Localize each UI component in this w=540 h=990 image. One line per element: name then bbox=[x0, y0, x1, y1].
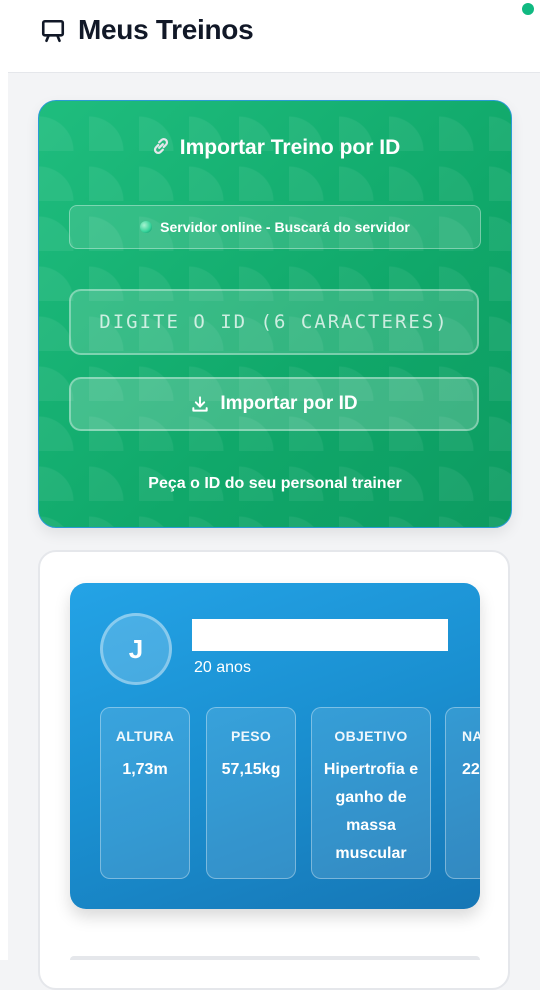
import-by-id-button[interactable]: Importar por ID bbox=[69, 377, 479, 431]
stat-weight: PESO 57,15kg bbox=[206, 707, 296, 879]
profile-name-redacted bbox=[192, 619, 448, 651]
stat-label: OBJETIVO bbox=[334, 728, 408, 744]
import-card: Importar Treino por ID Servidor online -… bbox=[38, 100, 512, 528]
stat-label: NA bbox=[462, 728, 480, 744]
stat-goal: OBJETIVO Hipertrofia e ganho de massa mu… bbox=[311, 707, 431, 879]
import-title: Importar Treino por ID bbox=[39, 135, 511, 160]
import-hint: Peça o ID do seu personal trainer bbox=[148, 475, 402, 492]
stat-value: 1,73m bbox=[122, 761, 168, 778]
server-status-text: Servidor online - Buscará do servidor bbox=[160, 219, 410, 235]
chat-icon bbox=[41, 19, 65, 43]
left-strip bbox=[0, 0, 8, 960]
stat-label: PESO bbox=[230, 728, 272, 744]
profile-age: 20 anos bbox=[194, 659, 251, 676]
id-input[interactable] bbox=[69, 289, 479, 355]
stat-value: 22 bbox=[462, 761, 480, 778]
page-title: Meus Treinos bbox=[78, 14, 254, 45]
avatar: J bbox=[100, 613, 172, 685]
import-button-label: Importar por ID bbox=[220, 393, 358, 414]
connection-status-dot bbox=[522, 3, 534, 15]
stat-label: ALTURA bbox=[115, 728, 175, 744]
stat-value: 57,15kg bbox=[221, 761, 281, 778]
import-title-text: Importar Treino por ID bbox=[179, 136, 401, 159]
server-online-icon bbox=[140, 221, 153, 233]
next-card-edge bbox=[70, 956, 480, 960]
download-icon bbox=[192, 396, 209, 412]
link-icon bbox=[153, 138, 168, 154]
app-header: Meus Treinos bbox=[8, 0, 540, 73]
stat-partial: NA 22 bbox=[445, 707, 480, 879]
server-status-badge: Servidor online - Buscará do servidor bbox=[69, 205, 481, 249]
stat-value: Hipertrofia e ganho de massa muscular bbox=[323, 761, 419, 862]
stat-height: ALTURA 1,73m bbox=[100, 707, 190, 879]
profile-card: J 20 anos ALTURA 1,73m PESO 57,15kg OBJE… bbox=[70, 583, 480, 909]
